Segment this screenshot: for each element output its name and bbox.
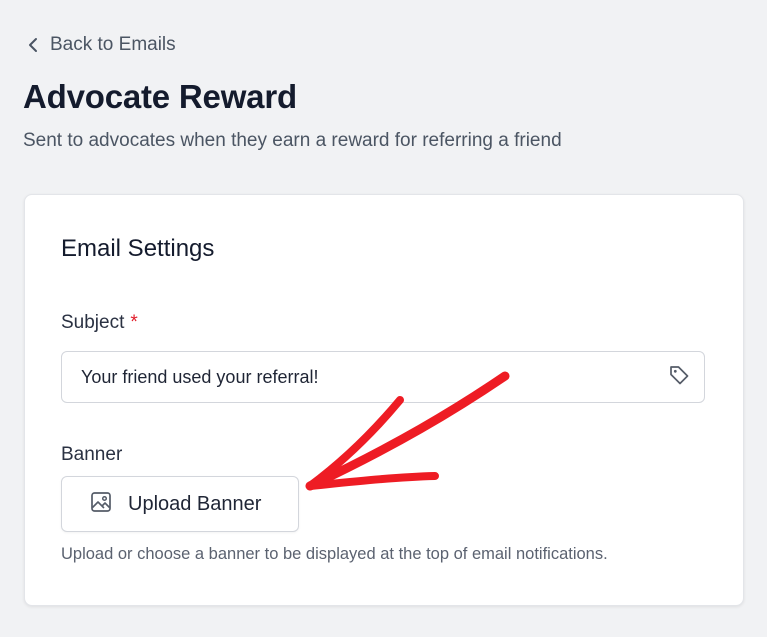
- page-subtitle: Sent to advocates when they earn a rewar…: [23, 130, 562, 151]
- back-link-label: Back to Emails: [50, 34, 176, 55]
- image-icon: [90, 491, 112, 518]
- back-to-emails-link[interactable]: Back to Emails: [28, 34, 176, 56]
- email-settings-card: Email Settings Subject * Your friend used…: [24, 194, 744, 606]
- subject-label: Subject *: [61, 312, 138, 334]
- banner-label: Banner: [61, 444, 123, 465]
- subject-input[interactable]: Your friend used your referral!: [61, 351, 705, 403]
- banner-help-text: Upload or choose a banner to be displaye…: [61, 545, 608, 563]
- chevron-left-icon: [28, 37, 38, 53]
- page-title: Advocate Reward: [23, 78, 297, 115]
- upload-banner-label: Upload Banner: [128, 492, 262, 515]
- required-marker: *: [130, 312, 138, 333]
- subject-input-value[interactable]: Your friend used your referral!: [81, 367, 668, 388]
- subject-label-text: Subject: [61, 312, 125, 333]
- upload-banner-button[interactable]: Upload Banner: [61, 476, 299, 532]
- card-title: Email Settings: [61, 235, 215, 262]
- tag-icon[interactable]: [668, 364, 690, 391]
